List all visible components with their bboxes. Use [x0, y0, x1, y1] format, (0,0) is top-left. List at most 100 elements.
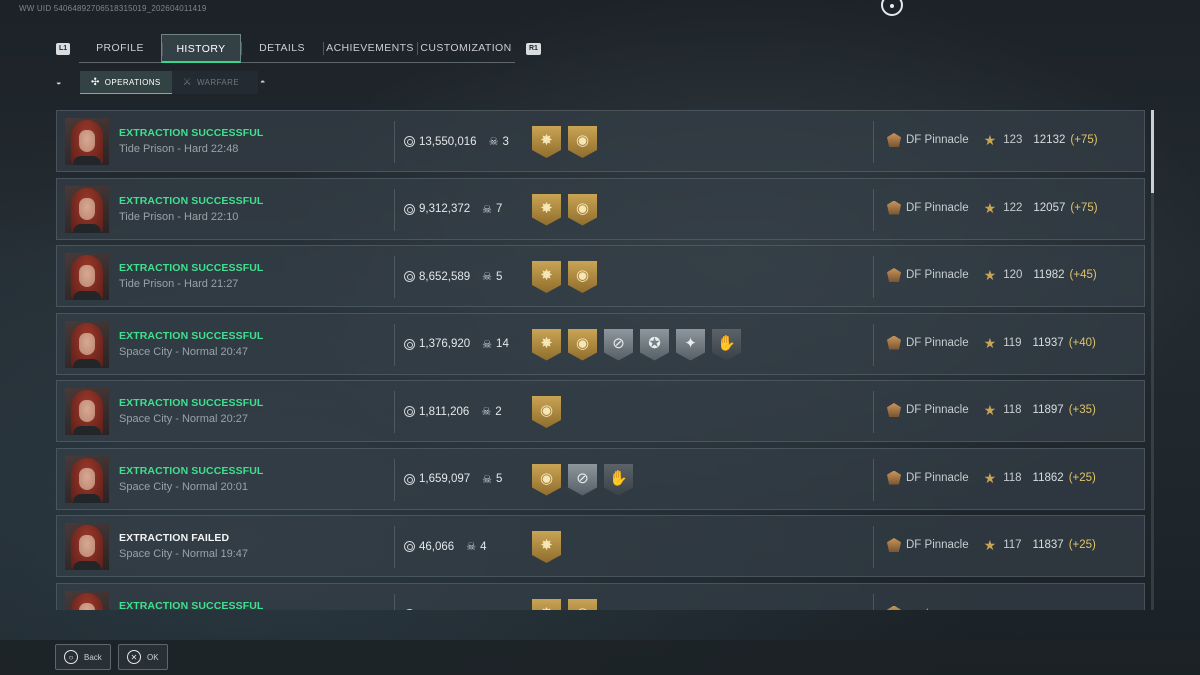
loot-value-group: 8,652,589 ☠ 5: [404, 270, 502, 283]
gold-sun-medal-icon[interactable]: ✸: [532, 328, 561, 361]
medal-list: ✸◉: [532, 261, 597, 293]
column-divider: [873, 593, 874, 610]
player-level: 122: [1003, 201, 1023, 214]
silver-crosshair-medal-icon[interactable]: ⊘: [604, 328, 633, 361]
rank-emblem-icon: [887, 200, 901, 215]
rank-name: DF Pinnacle: [906, 336, 969, 349]
loot-value-group: 1,659,097 ☠ 5: [404, 473, 502, 486]
rank-emblem-icon: [887, 470, 901, 485]
column-divider: [873, 458, 874, 501]
match-row[interactable]: EXTRACTION SUCCESSFUL Space City - Normal…: [56, 380, 1145, 442]
loot-value-group: 9,312,372 ☠ 7: [404, 203, 502, 216]
silver-wings-medal-icon[interactable]: ✪: [640, 328, 669, 361]
rank-name: DF Pinnacle: [906, 471, 969, 484]
rank-name: DF Pinnacle: [906, 134, 969, 146]
coin-icon: [404, 608, 415, 610]
gold-target-medal-icon[interactable]: ◉: [532, 396, 561, 428]
match-row[interactable]: EXTRACTION FAILED Space City - Normal 19:…: [56, 515, 1145, 577]
ok-button[interactable]: ✕ OK: [118, 644, 168, 670]
subtab-warfare-label: WARFARE: [197, 78, 240, 87]
loot-value: 9,312,372: [419, 203, 471, 215]
column-divider: [394, 391, 395, 433]
tab-profile[interactable]: PROFILE: [79, 34, 161, 63]
operator-avatar: [65, 590, 109, 610]
star-icon: ★: [983, 402, 997, 418]
scrollbar[interactable]: [1151, 110, 1154, 610]
gold-target-medal-icon[interactable]: ◉: [568, 328, 597, 361]
subtab-operations[interactable]: ✣ OPERATIONS: [80, 71, 172, 94]
star-icon: ★: [983, 469, 997, 486]
tab-details[interactable]: DETAILS: [241, 34, 323, 63]
rank-name: DF Pinnacle: [906, 201, 969, 214]
gold-sun-medal-icon[interactable]: ✸: [532, 531, 561, 563]
back-button[interactable]: ○ Back: [55, 644, 111, 670]
gold-sun-medal-icon[interactable]: ✸: [532, 261, 561, 293]
match-row[interactable]: EXTRACTION SUCCESSFUL Tide Prison - Hard …: [56, 177, 1145, 240]
rank-info: DF Pinnacle ★ 118 11862 (+25): [887, 469, 1096, 486]
skull-icon: ☠: [481, 406, 492, 418]
gold-target-medal-icon[interactable]: ◉: [568, 598, 597, 610]
scrollbar-thumb[interactable]: [1151, 110, 1154, 193]
star-icon: ★: [983, 334, 997, 351]
silver-crosshair-medal-icon[interactable]: ⊘: [568, 463, 597, 496]
tab-achievements[interactable]: ACHIEVEMENTS: [323, 34, 417, 63]
score-delta: (+25): [1068, 539, 1096, 551]
operator-avatar: [65, 253, 109, 300]
medal-list: ◉ ⊘ ✋: [532, 463, 633, 496]
match-row[interactable]: EXTRACTION SUCCESSFUL☠✸◉★: [56, 582, 1145, 611]
gold-sun-medal-icon[interactable]: ✸: [532, 126, 561, 158]
match-row[interactable]: EXTRACTION SUCCESSFUL Tide Prison - Hard …: [56, 245, 1145, 307]
right-trigger-icon: ◓: [260, 77, 266, 87]
dark-hand-medal-icon[interactable]: ✋: [712, 328, 741, 361]
rank-name: DF Pinnacle: [906, 404, 969, 416]
player-level: 119: [1003, 336, 1022, 349]
extraction-status: EXTRACTION SUCCESSFUL: [119, 397, 264, 409]
star-icon: ★: [983, 537, 997, 553]
column-divider: [394, 188, 395, 231]
loot-value: 1,811,206: [419, 405, 470, 418]
column-divider: [873, 121, 874, 163]
loot-value-group: 46,066 ☠ 4: [404, 540, 486, 553]
loot-value-group: 1,376,920 ☠ 14: [404, 338, 509, 351]
tab-history[interactable]: HISTORY: [161, 34, 241, 63]
gold-target-medal-icon[interactable]: ◉: [568, 126, 597, 158]
dark-hand-medal-icon[interactable]: ✋: [604, 463, 633, 496]
match-row[interactable]: EXTRACTION SUCCESSFUL Tide Prison - Hard …: [56, 110, 1145, 172]
match-row[interactable]: EXTRACTION SUCCESSFUL Space City - Normal…: [56, 312, 1145, 375]
gold-sun-medal-icon[interactable]: ✸: [532, 598, 561, 610]
kill-count: 3: [502, 135, 509, 148]
subtab-warfare[interactable]: ⚔ WARFARE: [171, 71, 258, 94]
cross-button-icon: ✕: [127, 650, 141, 664]
skull-icon: ☠: [466, 541, 477, 553]
player-level: 120: [1003, 269, 1023, 281]
r1-bumper-hint[interactable]: R1: [526, 43, 541, 55]
circle-button-icon: ○: [64, 650, 78, 664]
extraction-status: EXTRACTION SUCCESSFUL: [119, 464, 264, 477]
kill-count: 5: [496, 473, 503, 485]
silver-star-medal-icon[interactable]: ✦: [676, 328, 705, 361]
player-level: 118: [1003, 471, 1022, 484]
tab-customization[interactable]: CUSTOMIZATION: [417, 34, 515, 63]
skull-icon: ☠: [488, 136, 499, 148]
l1-bumper-hint[interactable]: L1: [56, 43, 71, 55]
column-divider: [394, 323, 395, 366]
match-row[interactable]: EXTRACTION SUCCESSFUL Space City - Normal…: [56, 447, 1145, 510]
column-divider: [873, 526, 874, 568]
column-divider: [394, 121, 395, 163]
gold-target-medal-icon[interactable]: ◉: [568, 193, 597, 226]
operator-avatar: [65, 388, 109, 435]
star-icon: ★: [921, 606, 934, 611]
coin-icon: [404, 136, 415, 147]
rank-score: 11937: [1032, 336, 1064, 349]
score-delta: (+45): [1069, 269, 1097, 281]
extraction-status: EXTRACTION SUCCESSFUL: [119, 599, 264, 611]
medal-list: ✸ ◉ ⊘ ✪ ✦ ✋: [532, 328, 741, 361]
gold-sun-medal-icon[interactable]: ✸: [532, 193, 561, 226]
footer-bar: ○ Back ✕ OK: [0, 640, 1200, 675]
gold-target-medal-icon[interactable]: ◉: [568, 261, 597, 293]
column-divider: [394, 593, 395, 610]
subtab-operations-label: OPERATIONS: [104, 77, 161, 87]
score-delta: (+40): [1068, 336, 1096, 349]
operator-avatar: [65, 118, 109, 165]
gold-target-medal-icon[interactable]: ◉: [532, 463, 561, 496]
